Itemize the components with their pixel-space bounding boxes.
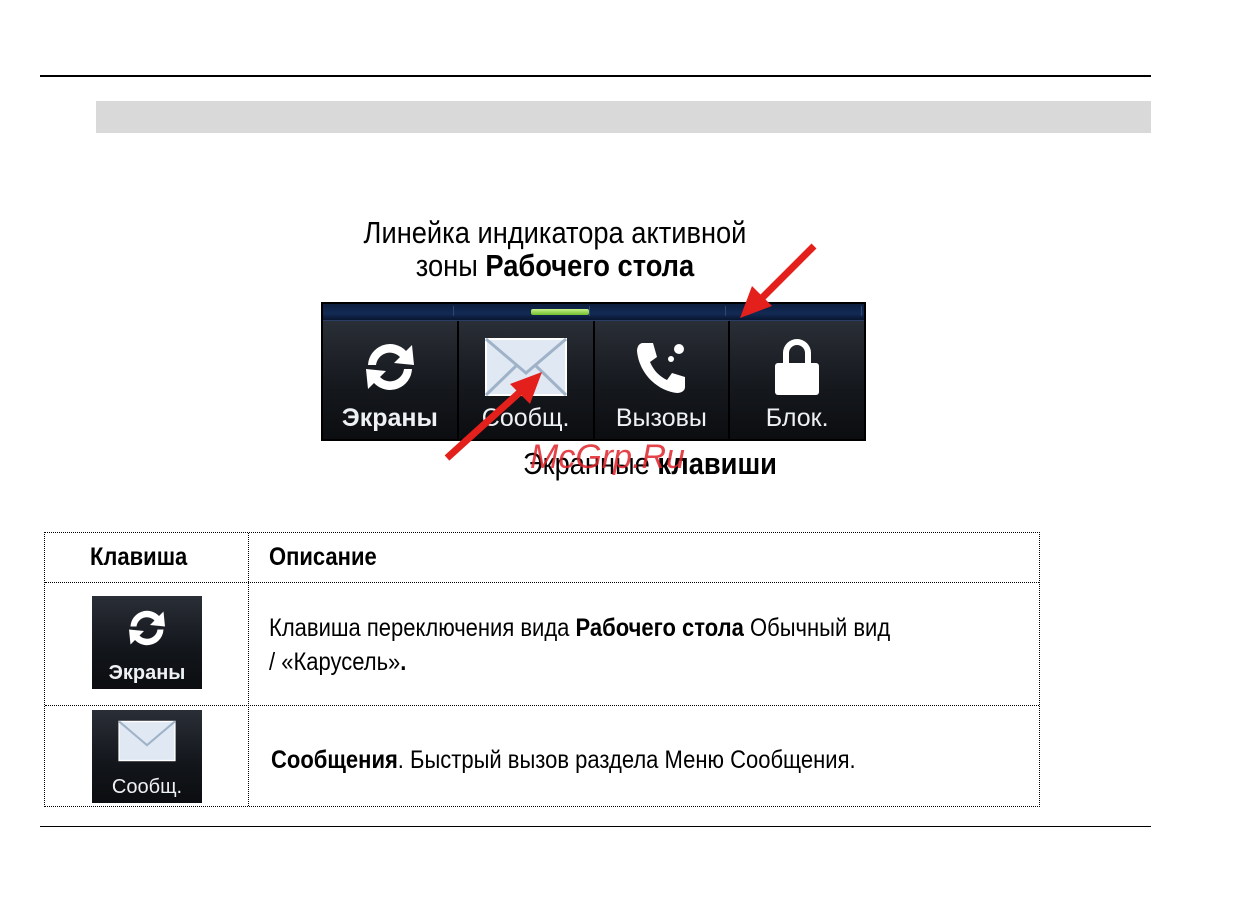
column-header-description: Описание: [269, 543, 377, 571]
arrow-to-softkeys: [444, 372, 542, 461]
softkey-table: Клавиша Описание Экраны Клавиша переключ…: [44, 532, 1040, 807]
row-key-label: Сообщ.: [111, 776, 183, 798]
arrow-to-indicator: [740, 243, 817, 318]
column-header-key: Клавиша: [90, 543, 188, 571]
row-description: Сообщения. Быстрый вызов раздела Меню Со…: [271, 746, 856, 774]
envelope-icon: [118, 720, 176, 762]
row-key-label: Экраны: [108, 662, 186, 684]
row-key-messages: Сообщ.: [92, 710, 202, 803]
refresh-icon: [129, 610, 165, 646]
row-description: Клавиша переключения вида Рабочего стола…: [269, 614, 891, 676]
row-key-screens: Экраны: [92, 596, 202, 689]
footer-rule: [40, 826, 1151, 827]
